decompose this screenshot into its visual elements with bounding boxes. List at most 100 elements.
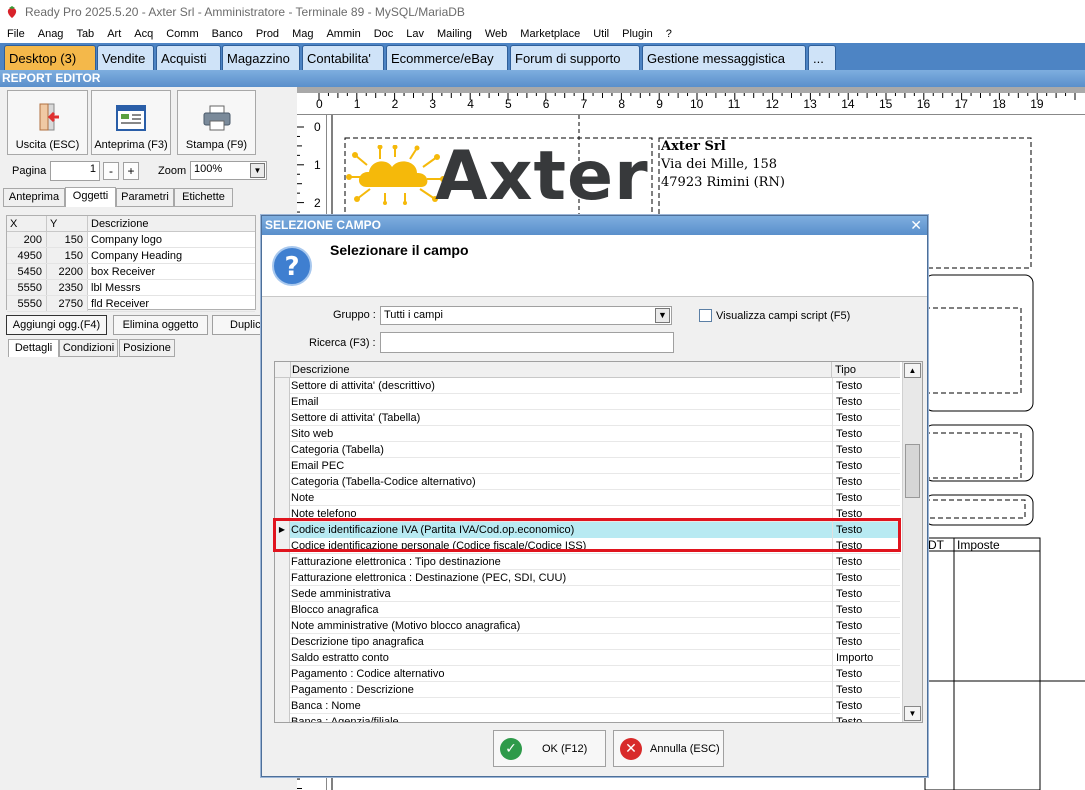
table-row[interactable]: Note Testo xyxy=(275,490,900,506)
table-row[interactable]: Email Testo xyxy=(275,394,900,410)
module-tab-2[interactable]: Acquisti xyxy=(156,45,221,70)
menu-comm[interactable]: Comm xyxy=(159,28,204,40)
menu-file[interactable]: File xyxy=(0,28,31,40)
cancel-button[interactable]: ✕ Annulla (ESC) xyxy=(613,730,724,767)
menu-acq[interactable]: Acq xyxy=(127,28,159,40)
table-row[interactable]: Blocco anagrafica Testo xyxy=(275,602,900,618)
table-row[interactable]: Pagamento : Codice alternativo Testo xyxy=(275,666,900,682)
preview-label: Anteprima (F3) xyxy=(94,139,168,151)
table-row[interactable]: 4950 150 Company Heading xyxy=(7,248,255,264)
menu-lav[interactable]: Lav xyxy=(399,28,430,40)
page-next-button[interactable]: + xyxy=(123,162,139,180)
ruler-mark: 12 xyxy=(765,97,779,111)
scrollbar-thumb[interactable] xyxy=(905,444,920,498)
menu-util[interactable]: Util xyxy=(586,28,615,40)
menu-mag[interactable]: Mag xyxy=(285,28,319,40)
table-row[interactable]: Banca : Agenzia/filiale Testo xyxy=(275,714,900,722)
search-input[interactable] xyxy=(380,332,674,353)
tab-oggetti[interactable]: Oggetti xyxy=(65,187,116,207)
menu-help[interactable]: ? xyxy=(659,28,678,40)
table-row[interactable]: Banca : Nome Testo xyxy=(275,698,900,714)
module-tab-0[interactable]: Desktop (3) xyxy=(4,45,96,70)
table-row[interactable]: 5550 2350 lbl Messrs xyxy=(7,280,255,296)
cell-descrizione: Email PEC xyxy=(290,458,833,474)
show-script-fields-checkbox[interactable] xyxy=(699,309,712,322)
ok-button[interactable]: ✓ OK (F12) xyxy=(493,730,606,767)
table-row[interactable]: Fatturazione elettronica : Tipo destinaz… xyxy=(275,554,900,570)
table-row[interactable]: Sede amministrativa Testo xyxy=(275,586,900,602)
cell-descrizione: Saldo estratto conto xyxy=(290,650,833,666)
print-button[interactable]: Stampa (F9) xyxy=(177,90,256,155)
tab-parametri[interactable]: Parametri xyxy=(116,188,174,207)
page-input[interactable]: 1 xyxy=(50,161,100,181)
table-row[interactable]: Settore di attivita' (descrittivo) Testo xyxy=(275,378,900,394)
fields-scrollbar[interactable]: ▲ ▼ xyxy=(902,362,922,722)
module-tab-8[interactable]: ... xyxy=(808,45,836,70)
scroll-down-icon[interactable]: ▼ xyxy=(904,706,921,721)
duplicate-object-button[interactable]: Duplica xyxy=(212,315,266,335)
row-indicator xyxy=(275,426,290,442)
field-selection-dialog[interactable]: SELEZIONE CAMPO ✕ ? Selezionare il campo… xyxy=(261,215,928,777)
table-row[interactable]: Descrizione tipo anagrafica Testo xyxy=(275,634,900,650)
table-row[interactable]: Note amministrative (Motivo blocco anagr… xyxy=(275,618,900,634)
menu-plugin[interactable]: Plugin xyxy=(615,28,659,40)
table-row[interactable]: Categoria (Tabella) Testo xyxy=(275,442,900,458)
table-row[interactable]: 5450 2200 box Receiver xyxy=(7,264,255,280)
cell-descrizione: Pagamento : Descrizione xyxy=(290,682,833,698)
table-row[interactable]: Sito web Testo xyxy=(275,426,900,442)
table-row[interactable]: 200 150 Company logo xyxy=(7,232,255,248)
add-object-button[interactable]: Aggiungi ogg.(F4) xyxy=(6,315,107,335)
tab-anteprima[interactable]: Anteprima xyxy=(3,188,65,207)
cell-tipo: Testo xyxy=(836,444,863,456)
tab-posizione[interactable]: Posizione xyxy=(119,339,175,357)
tab-etichette[interactable]: Etichette xyxy=(174,188,233,207)
cell-descrizione: Blocco anagrafica xyxy=(290,602,833,618)
scroll-up-icon[interactable]: ▲ xyxy=(904,363,921,378)
menu-web[interactable]: Web xyxy=(478,28,513,40)
delete-object-button[interactable]: Elimina oggetto xyxy=(113,315,208,335)
module-tab-4[interactable]: Contabilita' xyxy=(302,45,384,70)
module-tab-7[interactable]: Gestione messaggistica xyxy=(642,45,806,70)
table-row[interactable]: Settore di attivita' (Tabella) Testo xyxy=(275,410,900,426)
menu-banco[interactable]: Banco xyxy=(205,28,249,40)
table-row[interactable]: Email PEC Testo xyxy=(275,458,900,474)
module-tab-3[interactable]: Magazzino xyxy=(222,45,300,70)
ruler-mark: 0 xyxy=(316,97,323,111)
module-tab-1[interactable]: Vendite xyxy=(97,45,154,70)
module-tab-5[interactable]: Ecommerce/eBay xyxy=(386,45,508,70)
menu-anag[interactable]: Anag xyxy=(31,28,70,40)
table-row[interactable]: Saldo estratto conto Importo xyxy=(275,650,900,666)
cell-tipo: Testo xyxy=(836,380,863,392)
menu-doc[interactable]: Doc xyxy=(367,28,400,40)
preview-button[interactable]: Anteprima (F3) xyxy=(91,90,171,155)
table-row[interactable]: Fatturazione elettronica : Destinazione … xyxy=(275,570,900,586)
tab-dettagli[interactable]: Dettagli xyxy=(8,339,59,357)
dropdown-arrow-icon[interactable]: ▼ xyxy=(655,308,670,323)
zoom-select[interactable]: 100% ▼ xyxy=(190,161,267,180)
ruler-mark: 16 xyxy=(916,97,931,111)
objects-table[interactable]: X Y Descrizione 200 150 Company logo 4950 15… xyxy=(6,215,256,312)
print-label: Stampa (F9) xyxy=(185,139,248,151)
menu-art[interactable]: Art xyxy=(100,28,127,40)
row-indicator xyxy=(275,666,290,682)
module-tab-6[interactable]: Forum di supporto xyxy=(510,45,640,70)
dropdown-arrow-icon[interactable]: ▼ xyxy=(250,163,265,178)
search-label: Ricerca (F3) : xyxy=(309,337,376,349)
menu-prod[interactable]: Prod xyxy=(249,28,285,40)
objects-table-header: X Y Descrizione xyxy=(7,216,255,232)
exit-button[interactable]: Uscita (ESC) xyxy=(7,90,88,155)
cell-descrizione: Fatturazione elettronica : Destinazione … xyxy=(290,570,833,586)
menu-tab[interactable]: Tab xyxy=(69,28,100,40)
close-icon[interactable]: ✕ xyxy=(910,216,922,234)
menu-marketplace[interactable]: Marketplace xyxy=(513,28,586,40)
menu-mailing[interactable]: Mailing xyxy=(430,28,478,40)
page-prev-button[interactable]: - xyxy=(103,162,119,180)
table-row[interactable]: Categoria (Tabella-Codice alternativo) Te… xyxy=(275,474,900,490)
group-select[interactable]: Tutti i campi ▼ xyxy=(380,306,672,325)
tab-condizioni[interactable]: Condizioni xyxy=(59,339,118,357)
menu-ammin[interactable]: Ammin xyxy=(319,28,366,40)
window-title: Ready Pro 2025.5.20 - Axter Srl - Ammini… xyxy=(25,5,465,19)
table-row[interactable]: Pagamento : Descrizione Testo xyxy=(275,682,900,698)
cell-tipo: Testo xyxy=(836,700,863,712)
table-row[interactable]: 5550 2750 fld Receiver xyxy=(7,296,255,312)
